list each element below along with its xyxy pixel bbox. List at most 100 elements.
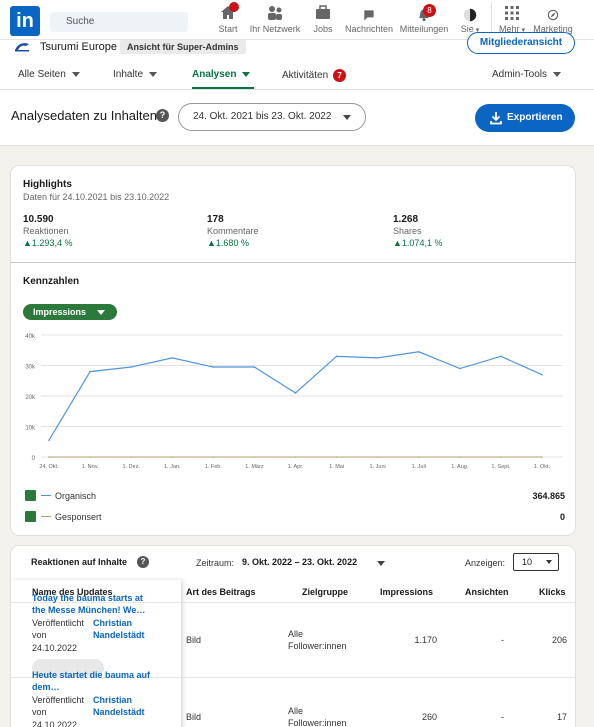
x-tick-label: 1. Juni — [370, 464, 386, 470]
legend-sponsored[interactable]: Gesponsert 0 — [25, 511, 565, 525]
data-point — [48, 456, 50, 458]
nav-item-messaging[interactable]: Nachrichten — [341, 8, 397, 34]
tab-label: Aktivitäten — [282, 70, 329, 81]
data-point — [212, 366, 215, 368]
nav-item-more[interactable]: Mehr ▾ — [494, 4, 530, 34]
y-tick-label: 20k — [25, 395, 36, 401]
metric-change-value: 1.293,4 % — [31, 238, 73, 248]
data-point — [294, 456, 297, 458]
show-label: Anzeigen: — [465, 558, 506, 568]
legend-label: Gesponsert — [55, 512, 102, 522]
impressions-chart: 0 10k 20k 30k 40k 24. Okt. 1. Nov. 1. Dez. 1. Ja… — [25, 334, 563, 470]
legend-line-swatch — [41, 495, 51, 496]
member-view-button[interactable]: Mitgliederansicht — [467, 32, 575, 54]
nav-item-notifications[interactable]: 8 Mitteilungen — [396, 4, 452, 34]
legend-value: 0 — [559, 512, 565, 522]
table-title: Reaktionen auf Inhalte — [31, 557, 128, 567]
column-header-views[interactable]: Ansichten — [465, 587, 509, 597]
x-tick-label: 1. Apr. — [288, 464, 304, 470]
tab-analytics[interactable]: Analysen — [192, 69, 251, 80]
legend-organic[interactable]: Organisch 364.865 — [25, 490, 565, 504]
x-tick-label: 1. Jan. — [164, 464, 181, 470]
author-link[interactable]: Christian Nandelstädt — [93, 617, 173, 641]
highlights-subtitle: Daten für 24.10.2021 bis 23.10.2022 — [23, 192, 170, 202]
data-point — [48, 439, 50, 442]
data-point — [500, 456, 502, 458]
metric-comments: 178 Kommentare ▲1.680 % — [207, 214, 259, 248]
nav-item-jobs[interactable]: Jobs — [310, 4, 336, 34]
column-header-impressions[interactable]: Impressions — [380, 587, 433, 597]
clicks-value: 17 — [556, 712, 567, 722]
metric-label: Reaktionen — [23, 226, 69, 236]
update-title-link[interactable]: Today the bauma starts at the Messe Münc… — [32, 592, 154, 616]
highlights-card: Highlights Daten für 24.10.2021 bis 23.1… — [11, 166, 575, 262]
tab-admin-tools[interactable]: Admin-Tools — [492, 69, 562, 80]
highlights-title: Highlights — [23, 179, 72, 190]
metric-value: 10.590 — [23, 214, 54, 225]
chevron-down-icon[interactable] — [377, 561, 385, 566]
metric-label: Kommentare — [207, 226, 259, 236]
chevron-down-icon — [97, 310, 105, 315]
tab-activity[interactable]: Aktivitäten 7 — [282, 69, 347, 82]
chevron-down-icon — [546, 560, 552, 564]
publish-date: 24.10.2022 — [32, 720, 78, 727]
column-header-audience[interactable]: Zielgruppe — [302, 587, 348, 597]
metric-change: ▲1.680 % — [207, 238, 249, 248]
company-name[interactable]: Tsurumi Europe — [40, 41, 117, 53]
nav-item-marketing[interactable]: Marketing — [530, 8, 576, 34]
x-tick-label: 1. Sept. — [491, 464, 510, 470]
post-type: Bild — [186, 635, 202, 645]
company-logo-icon — [15, 43, 29, 52]
analytics-header: Analysedaten zu Inhalten ? 24. Okt. 2021… — [0, 90, 594, 146]
x-tick-label: 1. Okt. — [534, 464, 551, 470]
column-header-clicks[interactable]: Klicks — [539, 587, 566, 597]
impressions-value: 1.170 — [414, 635, 437, 645]
y-tick-label: 30k — [25, 365, 36, 371]
linkedin-logo-icon[interactable]: in — [10, 6, 40, 36]
data-point — [253, 456, 256, 458]
impressions-value: 260 — [421, 712, 437, 722]
metric-selector-dropdown[interactable]: Impressions — [23, 304, 117, 320]
checkbox-icon[interactable] — [25, 490, 36, 501]
date-range-label: 24. Okt. 2021 bis 23. Okt. 2022 — [193, 111, 332, 122]
period-selector[interactable]: 9. Okt. 2022 – 23. Okt. 2022 — [242, 557, 357, 567]
metric-label: Shares — [393, 226, 422, 236]
metric-value: 178 — [207, 214, 224, 225]
search-input[interactable]: Suche — [50, 12, 188, 32]
checkbox-icon[interactable] — [25, 511, 36, 522]
x-tick-label: 1. März — [245, 464, 264, 470]
author-link[interactable]: Christian Nandelstädt — [93, 694, 173, 718]
data-point — [376, 357, 379, 359]
tab-all-pages[interactable]: Alle Seiten — [18, 69, 80, 80]
nav-item-network[interactable]: Ihr Netzwerk — [246, 4, 304, 34]
data-point — [376, 456, 379, 458]
data-point — [417, 350, 420, 353]
help-icon[interactable]: ? — [137, 556, 149, 568]
chevron-down-icon — [343, 115, 351, 120]
nav-item-me[interactable]: Sie ▾ — [456, 8, 484, 34]
legend-value: 364.865 — [532, 491, 565, 501]
rows-per-page-select[interactable]: 10 — [513, 553, 559, 571]
update-title-link[interactable]: Heute startet die bauma auf dem… — [32, 669, 154, 693]
content-reactions-card: Reaktionen auf Inhalte ? Zeitraum: 9. Ok… — [11, 546, 575, 727]
data-point — [130, 456, 132, 458]
metric-selector-label: Impressions — [33, 307, 87, 317]
date-range-selector[interactable]: 24. Okt. 2021 bis 23. Okt. 2022 — [178, 103, 366, 131]
activity-badge: 7 — [333, 69, 347, 82]
data-point — [171, 357, 174, 359]
data-point — [335, 355, 338, 358]
export-button[interactable]: Exportieren — [475, 104, 575, 132]
data-point — [417, 456, 420, 458]
nav-item-start[interactable]: Start — [214, 2, 242, 34]
metric-change-value: 1.074,1 % — [401, 238, 443, 248]
tab-content[interactable]: Inhalte — [113, 69, 158, 80]
legend-label: Organisch — [55, 491, 97, 501]
column-header-type[interactable]: Art des Beitrags — [186, 587, 256, 597]
data-point — [212, 456, 215, 458]
page-title: Analysedaten zu Inhalten — [11, 108, 157, 123]
help-icon[interactable]: ? — [156, 109, 169, 122]
post-type: Bild — [186, 712, 202, 722]
metric-shares: 1.268 Shares ▲1.074,1 % — [393, 214, 442, 248]
data-point — [253, 366, 256, 368]
data-point — [130, 366, 132, 368]
